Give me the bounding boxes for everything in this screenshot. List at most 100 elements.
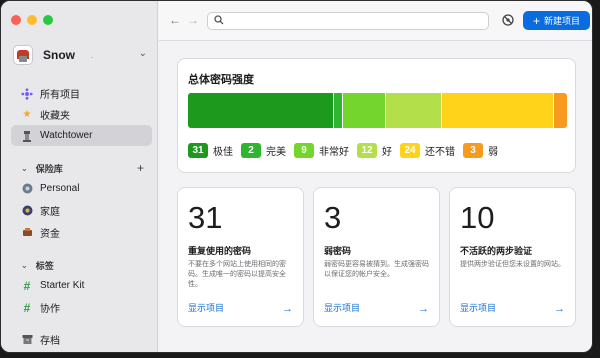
- strength-count-badge: 3: [463, 143, 483, 158]
- account-switcher[interactable]: Snow . ⌄: [13, 43, 151, 67]
- chevron-down-icon: ⌄: [21, 163, 28, 173]
- avatar: [13, 45, 33, 65]
- traffic-lights: [11, 15, 53, 25]
- toolbar: ← → + 新建项目: [159, 1, 592, 41]
- sidebar-item-label: 收藏夹: [40, 111, 70, 122]
- strength-legend-item: 9 非常好: [294, 143, 349, 158]
- strength-label: 极佳: [213, 147, 233, 158]
- sidebar-item-all-items[interactable]: 所有项目: [11, 83, 152, 104]
- zoom-window-button[interactable]: [43, 15, 53, 25]
- stat-title: 弱密码: [324, 246, 352, 256]
- sidebar-item-label: 存档: [40, 336, 60, 347]
- stat-value: 3: [324, 200, 342, 235]
- strength-segment: [333, 93, 343, 128]
- strength-segment: [188, 93, 334, 128]
- stat-value: 31: [188, 200, 223, 235]
- strength-count-badge: 24: [400, 143, 420, 158]
- reused-passwords-card: 31 重复使用的密码 不要在多个网站上使用相同的密码。生成唯一的密码以提高安全性…: [177, 187, 304, 327]
- password-strength-card: 总体密码强度 31 极佳 2 完美 9 非常好 12 好 24 还不错 3 弱: [177, 58, 576, 173]
- strength-count-badge: 2: [241, 143, 261, 158]
- watchtower-icon: [21, 130, 33, 142]
- app-window: Snow . ⌄ 所有项目 ★ 收藏夹 Watchtower ⌄ 保险库 + P…: [0, 0, 593, 353]
- search-input[interactable]: [207, 12, 489, 30]
- strength-legend-item: 2 完美: [241, 143, 286, 158]
- arrow-right-icon[interactable]: →: [554, 303, 565, 315]
- strength-title: 总体密码强度: [188, 74, 254, 86]
- strength-label: 还不错: [425, 147, 455, 158]
- stat-title: 重复使用的密码: [188, 246, 252, 256]
- sidebar-item-funds[interactable]: 资金: [11, 222, 152, 243]
- strength-count-badge: 9: [294, 143, 314, 158]
- chevron-down-icon: ⌄: [138, 48, 147, 59]
- chevron-down-icon: ⌄: [21, 260, 28, 270]
- sidebar-item-favorites[interactable]: ★ 收藏夹: [11, 104, 152, 125]
- strength-count-badge: 12: [357, 143, 377, 158]
- arrow-right-icon[interactable]: →: [418, 303, 429, 315]
- arrow-right-icon[interactable]: →: [282, 303, 293, 315]
- account-dot: .: [91, 50, 94, 60]
- all-items-icon: [21, 87, 33, 100]
- sidebar-item-starter-kit[interactable]: # Starter Kit: [11, 275, 152, 296]
- strength-segment: [342, 93, 385, 128]
- new-item-button[interactable]: + 新建项目: [523, 11, 590, 30]
- back-button[interactable]: ←: [169, 13, 181, 27]
- sidebar-item-label: 所有项目: [40, 90, 80, 101]
- strength-label: 好: [382, 147, 392, 158]
- plus-icon: +: [532, 13, 540, 28]
- tag-icon: #: [23, 278, 31, 293]
- stat-title: 不活跃的两步验证: [460, 246, 533, 256]
- strength-segment: [384, 93, 441, 128]
- strength-count-badge: 31: [188, 143, 208, 158]
- sidebar-item-archive[interactable]: 存档: [11, 329, 152, 350]
- add-vault-button[interactable]: +: [137, 161, 144, 175]
- strength-legend-item: 3弱: [463, 143, 498, 158]
- sidebar-item-collab[interactable]: # 协作: [11, 297, 152, 318]
- strength-bar: [188, 93, 567, 128]
- new-item-label: 新建项目: [544, 16, 581, 26]
- sidebar-item-label: Starter Kit: [40, 280, 85, 291]
- tags-header-label: 标签: [35, 260, 54, 271]
- sidebar-item-label: Personal: [40, 183, 80, 194]
- tags-section-header[interactable]: ⌄ 标签: [11, 256, 152, 274]
- stat-value: 10: [460, 200, 495, 235]
- forward-button[interactable]: →: [187, 13, 199, 27]
- close-window-button[interactable]: [11, 15, 21, 25]
- stat-description: 不要在多个网站上使用相同的密码。生成唯一的密码以提高安全性。: [188, 261, 286, 288]
- sidebar-item-label: 协作: [40, 304, 60, 315]
- sidebar-item-family[interactable]: 家庭: [11, 200, 152, 221]
- strength-legend-item: 12 好: [357, 143, 392, 158]
- inactive-2fa-card: 10 不活跃的两步验证 提供两步验证但您未设置的网站。 显示项目 →: [449, 187, 576, 327]
- show-items-link[interactable]: 显示项目: [188, 301, 224, 314]
- strength-label: 非常好: [319, 147, 349, 158]
- strength-segment: [552, 93, 567, 128]
- stat-description: 提供两步验证但您未设置的网站。: [460, 261, 565, 268]
- sidebar-item-watchtower[interactable]: Watchtower: [11, 125, 152, 146]
- show-items-link[interactable]: 显示项目: [324, 301, 360, 314]
- stat-description: 弱密码更容易被猜到。生成强密码以保证您的帐户安全。: [324, 261, 429, 278]
- strength-segment: [440, 93, 553, 128]
- sidebar: Snow . ⌄ 所有项目 ★ 收藏夹 Watchtower ⌄ 保险库 + P…: [1, 1, 158, 352]
- vaults-header-label: 保险库: [35, 163, 63, 174]
- strength-legend: 31 极佳 2 完美 9 非常好 12 好 24 还不错 3 弱: [188, 143, 500, 158]
- tag-icon: #: [23, 300, 31, 315]
- watchtower-status-icon[interactable]: [501, 13, 515, 27]
- sidebar-item-label: 资金: [40, 229, 60, 240]
- show-items-link[interactable]: 显示项目: [460, 301, 496, 314]
- archive-icon: [21, 334, 33, 346]
- vault-icon: [21, 183, 33, 195]
- vaults-section-header[interactable]: ⌄ 保险库 +: [11, 159, 152, 177]
- weak-passwords-card: 3 弱密码 弱密码更容易被猜到。生成强密码以保证您的帐户安全。 显示项目 →: [313, 187, 440, 327]
- strength-label: 完美: [266, 147, 286, 158]
- strength-legend-item: 24 还不错: [400, 143, 455, 158]
- search-icon: [214, 15, 224, 25]
- sidebar-item-label: 家庭: [40, 207, 60, 218]
- strength-legend-item: 31 极佳: [188, 143, 233, 158]
- minimize-window-button[interactable]: [27, 15, 37, 25]
- strength-label: 弱: [488, 147, 498, 158]
- account-name: Snow: [43, 48, 75, 62]
- sidebar-item-personal[interactable]: Personal: [11, 178, 152, 199]
- vault-icon: [21, 205, 33, 217]
- vault-icon: [21, 227, 33, 239]
- star-icon: ★: [22, 109, 32, 120]
- sidebar-item-label: Watchtower: [40, 130, 93, 141]
